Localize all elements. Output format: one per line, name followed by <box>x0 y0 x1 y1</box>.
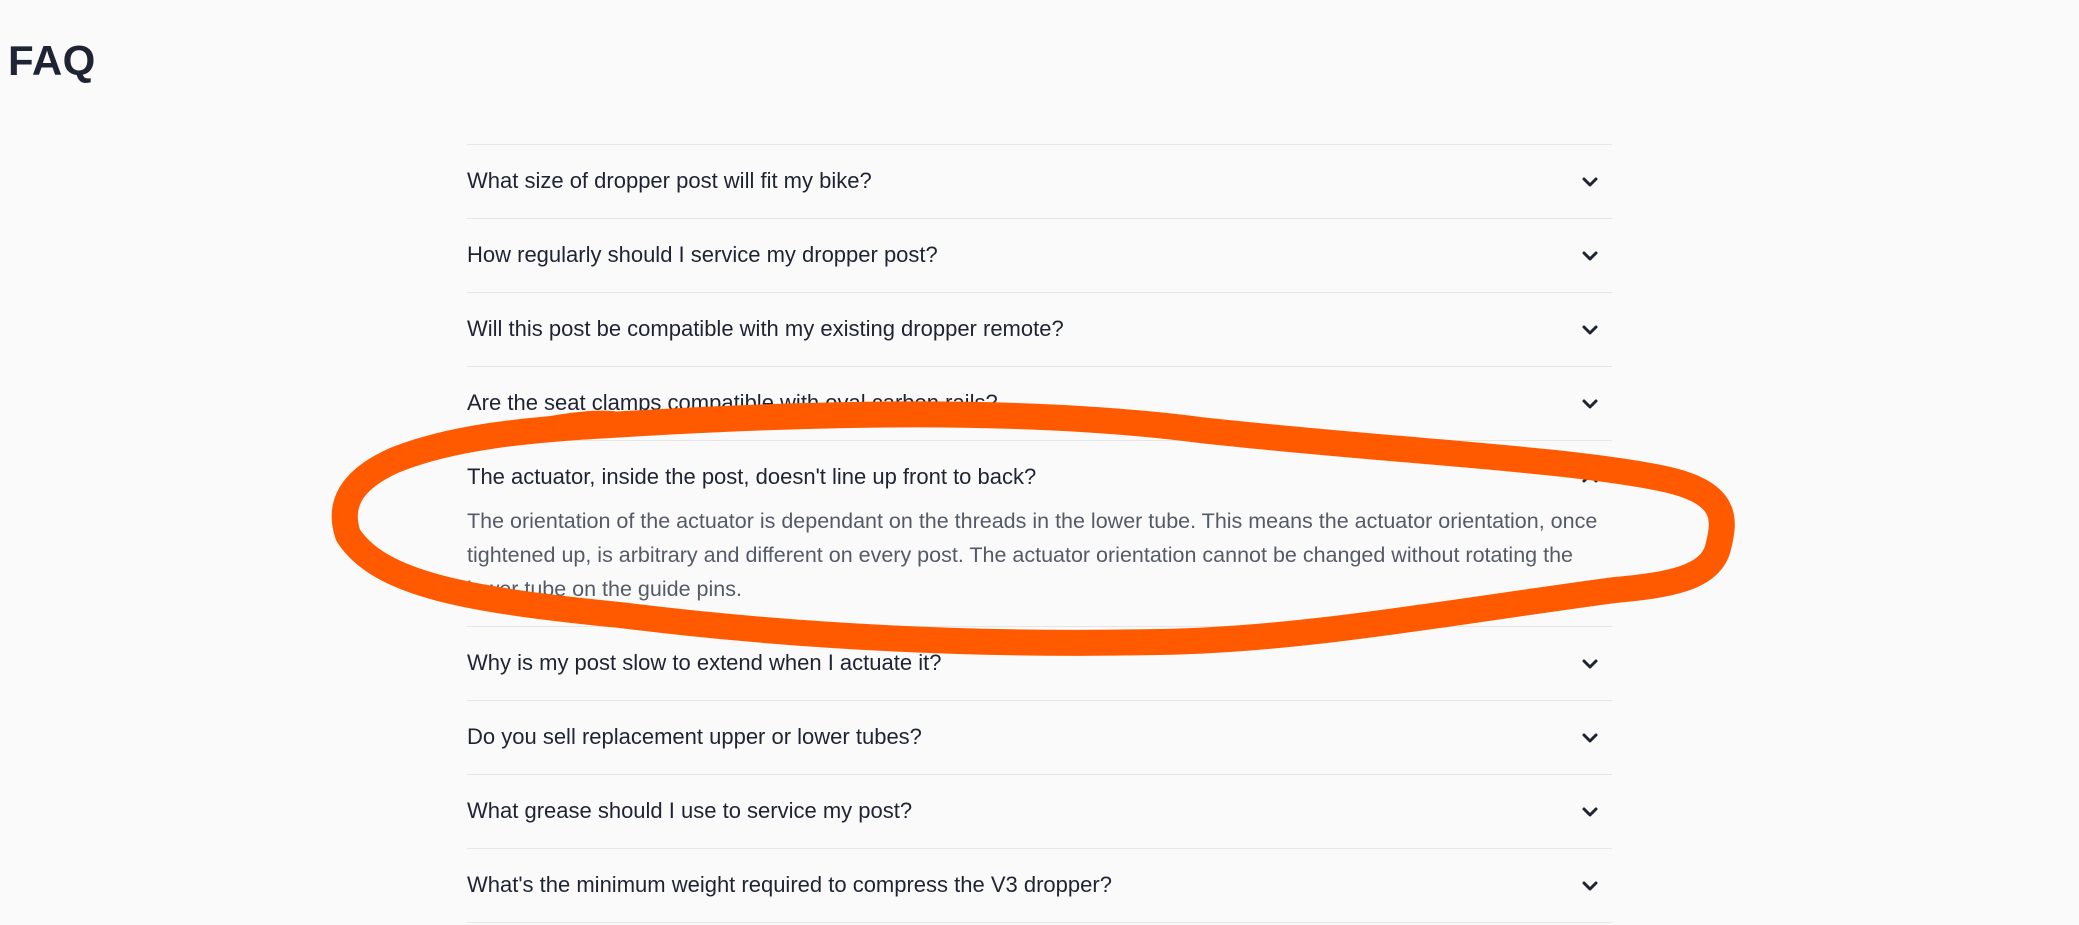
faq-question-text: Do you sell replacement upper or lower t… <box>467 724 922 750</box>
faq-question-button[interactable]: What's the minimum weight required to co… <box>467 849 1612 922</box>
chevron-down-icon[interactable] <box>1578 392 1602 416</box>
faq-answer: The orientation of the actuator is depen… <box>467 509 1598 601</box>
faq-item: Why is my post slow to extend when I act… <box>467 627 1612 701</box>
faq-list: What size of dropper post will fit my bi… <box>467 144 1612 923</box>
faq-question-button[interactable]: How regularly should I service my droppe… <box>467 219 1612 292</box>
faq-question-button[interactable]: Are the seat clamps compatible with oval… <box>467 367 1612 440</box>
faq-question-text: The actuator, inside the post, doesn't l… <box>467 464 1037 490</box>
faq-question-button[interactable]: Do you sell replacement upper or lower t… <box>467 701 1612 774</box>
faq-question-text: What grease should I use to service my p… <box>467 798 913 824</box>
chevron-down-icon[interactable] <box>1578 726 1602 750</box>
faq-question-text: Will this post be compatible with my exi… <box>467 316 1064 342</box>
faq-item: Are the seat clamps compatible with oval… <box>467 367 1612 441</box>
faq-question-text: Why is my post slow to extend when I act… <box>467 650 942 676</box>
faq-question-text: How regularly should I service my droppe… <box>467 242 938 268</box>
faq-question-text: Are the seat clamps compatible with oval… <box>467 390 998 416</box>
chevron-down-icon[interactable] <box>1578 800 1602 824</box>
chevron-down-icon[interactable] <box>1578 874 1602 898</box>
faq-item: What's the minimum weight required to co… <box>467 849 1612 923</box>
faq-item: Do you sell replacement upper or lower t… <box>467 701 1612 775</box>
faq-question-button[interactable]: What size of dropper post will fit my bi… <box>467 145 1612 218</box>
faq-item: What grease should I use to service my p… <box>467 775 1612 849</box>
chevron-down-icon[interactable] <box>1578 318 1602 342</box>
chevron-up-icon[interactable] <box>1578 466 1602 490</box>
faq-question-button[interactable]: Will this post be compatible with my exi… <box>467 293 1612 366</box>
faq-question-button[interactable]: What grease should I use to service my p… <box>467 775 1612 848</box>
page-title: FAQ <box>8 37 96 84</box>
faq-item: Will this post be compatible with my exi… <box>467 293 1612 367</box>
chevron-down-icon[interactable] <box>1578 170 1602 194</box>
chevron-down-icon[interactable] <box>1578 652 1602 676</box>
chevron-down-icon[interactable] <box>1578 244 1602 268</box>
faq-question-button[interactable]: Why is my post slow to extend when I act… <box>467 627 1612 700</box>
faq-question-text: What size of dropper post will fit my bi… <box>467 168 872 194</box>
faq-item-expanded: The actuator, inside the post, doesn't l… <box>467 441 1612 627</box>
faq-question-text: What's the minimum weight required to co… <box>467 872 1112 898</box>
faq-item: How regularly should I service my droppe… <box>467 219 1612 293</box>
faq-item: What size of dropper post will fit my bi… <box>467 145 1612 219</box>
